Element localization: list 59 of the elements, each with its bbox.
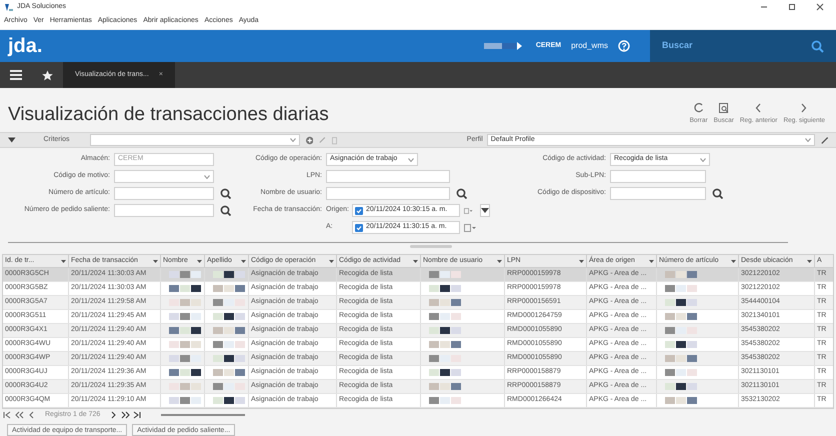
triangle-down-icon: [480, 208, 489, 213]
sort-caret-icon: [61, 260, 66, 262]
document-search-icon: [718, 102, 730, 114]
sort-caret-icon: [329, 260, 334, 262]
input-field[interactable]: [326, 187, 450, 200]
menu-icon[interactable]: [10, 70, 22, 80]
chevron-down-icon: [804, 138, 811, 142]
sort-caret-icon: [241, 260, 246, 262]
checkbox[interactable]: [355, 224, 363, 232]
calendar-icon[interactable]: [464, 224, 476, 232]
scrollbar[interactable]: [161, 414, 246, 416]
environment-label[interactable]: prod_wms: [571, 40, 608, 52]
help-icon[interactable]: [618, 40, 630, 52]
input-field[interactable]: [114, 187, 214, 200]
input-field[interactable]: [610, 187, 706, 200]
splitter-handle[interactable]: [410, 245, 452, 248]
sort-caret-icon: [731, 260, 736, 262]
last-page-icon[interactable]: [133, 411, 142, 419]
input-field[interactable]: [114, 204, 214, 217]
chevron-down-icon: [290, 138, 296, 142]
search-icon[interactable]: [220, 205, 231, 216]
app-icon: [4, 2, 13, 12]
maximize-icon[interactable]: [788, 3, 796, 11]
previous-icon[interactable]: [27, 411, 36, 419]
select-field[interactable]: [114, 170, 214, 183]
sort-caret-icon: [153, 260, 158, 262]
sort-caret-icon: [497, 260, 502, 262]
expand-button[interactable]: [480, 204, 490, 217]
chevron-down-icon: [700, 158, 706, 162]
input-field[interactable]: [610, 170, 706, 183]
search-label: Buscar: [662, 39, 694, 52]
first-page-icon[interactable]: [3, 411, 12, 419]
checkbox[interactable]: [355, 206, 363, 214]
calendar-icon[interactable]: [464, 206, 472, 214]
edit-icon[interactable]: [820, 136, 828, 144]
star-icon[interactable]: [42, 70, 53, 80]
rewind-icon[interactable]: [15, 411, 24, 419]
search-field[interactable]: Buscar: [650, 30, 836, 62]
search-icon[interactable]: [456, 188, 467, 199]
sort-caret-icon: [197, 260, 202, 262]
check-icon: [356, 224, 362, 230]
fast-forward-icon[interactable]: [121, 411, 130, 419]
input-field[interactable]: [326, 170, 450, 183]
next-icon[interactable]: [109, 411, 118, 419]
chevron-down-icon: [204, 174, 210, 178]
collapse-icon[interactable]: [8, 137, 16, 143]
sort-caret-icon: [807, 260, 812, 262]
sort-caret-icon: [413, 260, 418, 262]
search-icon[interactable]: [220, 188, 231, 199]
app-logo: jda.: [6, 36, 42, 56]
add-icon[interactable]: [306, 136, 314, 144]
search-icon[interactable]: [712, 188, 723, 199]
page-title: Visualización de transacciones diarias: [8, 105, 330, 126]
check-icon: [356, 208, 362, 214]
chevron-down-icon: [408, 158, 414, 162]
refresh-icon: [692, 102, 705, 114]
sort-caret-icon: [649, 260, 654, 262]
sort-caret-icon: [579, 260, 584, 262]
close-icon[interactable]: [816, 3, 824, 11]
